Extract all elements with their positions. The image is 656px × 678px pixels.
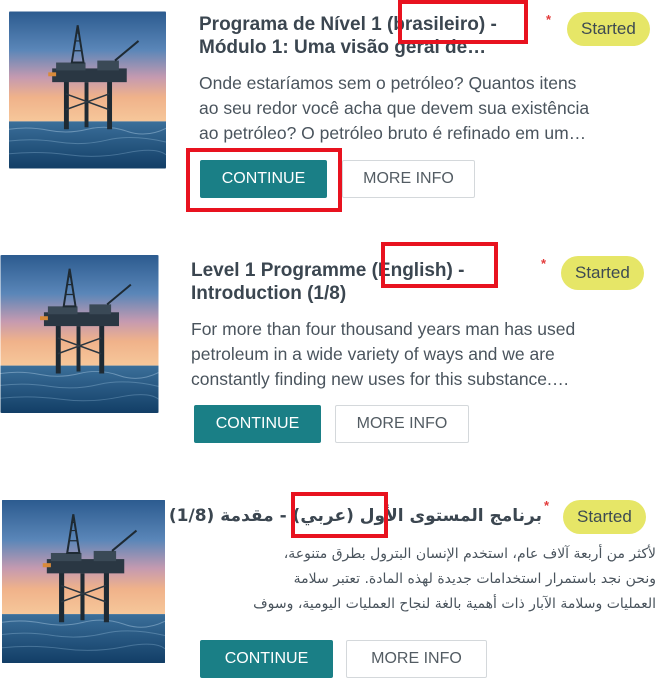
course-description: لأكثر من أربعة آلاف عام، استخدم الإنسان … [196, 542, 656, 617]
continue-button[interactable]: CONTINUE [194, 405, 321, 443]
course-card-1: Programa de Nível 1 (brasileiro) - Módul… [0, 0, 656, 220]
course-thumbnail[interactable] [0, 255, 159, 413]
course-description: Onde estaríamos sem o petróleo? Quantos … [199, 71, 654, 146]
course-title-line: Level 1 Programme (English) - [191, 260, 465, 281]
required-asterisk: * [546, 12, 552, 27]
continue-button[interactable]: CONTINUE [200, 160, 327, 198]
description-line: العمليات وسلامة الآبار ذات أهمية بالغة ل… [253, 596, 656, 612]
description-line: لأكثر من أربعة آلاف عام، استخدم الإنسان … [283, 546, 656, 562]
description-line: Onde estaríamos sem o petróleo? Quantos … [199, 73, 577, 93]
course-title-line: Programa de Nível 1 (brasileiro) - [199, 14, 497, 35]
description-line: petroleum in a wide variety of ways and … [191, 344, 555, 364]
more-info-button[interactable]: MORE INFO [342, 160, 475, 198]
description-line: ao petróleo? O petróleo bruto é refinado… [199, 123, 587, 143]
course-title-line: Introduction (1/8) [191, 283, 347, 304]
course-thumbnail[interactable] [2, 499, 165, 664]
more-info-button[interactable]: MORE INFO [346, 640, 487, 678]
description-line: For more than four thousand years man ha… [191, 319, 576, 339]
course-title-line: برنامج المستوى الأول (عربي) - مقدمة (1/8… [168, 506, 542, 526]
course-card-2: Level 1 Programme (English) - Introducti… [0, 240, 656, 460]
continue-button[interactable]: CONTINUE [200, 640, 333, 678]
offshore-rig-image [2, 499, 165, 664]
description-line: ونحن نجد باستمرار استخدامات جديدة لهذه ا… [293, 571, 656, 587]
offshore-rig-image [9, 11, 166, 169]
status-badge: Started [561, 256, 644, 290]
required-asterisk: * [544, 498, 550, 513]
status-badge: Started [567, 12, 650, 46]
offshore-rig-image [0, 255, 159, 413]
course-title[interactable]: Programa de Nível 1 (brasileiro) - Módul… [199, 13, 497, 59]
course-title[interactable]: برنامج المستوى الأول (عربي) - مقدمة (1/8… [168, 505, 542, 528]
description-line: ao seu redor você acha que devem sua exi… [199, 98, 590, 118]
required-asterisk: * [541, 256, 547, 271]
course-card-3: برنامج المستوى الأول (عربي) - مقدمة (1/8… [0, 480, 656, 678]
course-title[interactable]: Level 1 Programme (English) - Introducti… [191, 259, 464, 305]
description-line: constantly finding new uses for this sub… [191, 369, 570, 389]
more-info-button[interactable]: MORE INFO [335, 405, 469, 443]
status-badge: Started [563, 500, 646, 534]
course-thumbnail[interactable] [9, 11, 166, 169]
course-description: For more than four thousand years man ha… [191, 317, 654, 392]
course-title-line: Módulo 1: Uma visão geral de… [199, 37, 487, 58]
